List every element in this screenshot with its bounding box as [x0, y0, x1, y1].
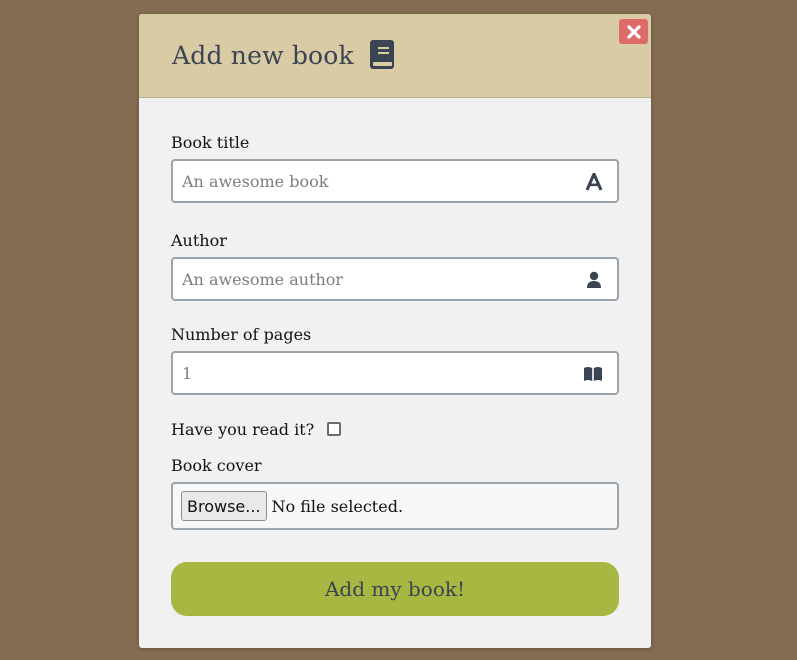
author-label: Author — [171, 231, 227, 250]
read-checkbox[interactable] — [327, 422, 342, 436]
read-label: Have you read it? — [171, 419, 315, 439]
open-book-icon — [583, 365, 603, 383]
pages-field — [171, 351, 619, 395]
close-button[interactable] — [619, 19, 648, 44]
file-status: No file selected. — [271, 496, 404, 516]
modal-title-text: Add new book — [172, 40, 354, 70]
cover-file-field: Browse... No file selected. — [171, 482, 619, 530]
close-icon — [626, 24, 641, 39]
book-icon — [369, 40, 396, 70]
book-title-input[interactable] — [173, 161, 572, 201]
read-row: Have you read it? — [171, 418, 619, 440]
author-input[interactable] — [173, 259, 572, 299]
add-book-modal: Add new book Book title An awesome book … — [139, 14, 651, 648]
modal-title: Add new book — [172, 40, 396, 70]
add-book-button[interactable]: Add my book! — [171, 562, 619, 616]
browse-button[interactable]: Browse... — [181, 491, 267, 521]
modal-header: Add new book — [139, 14, 651, 98]
book-form: Book title Author Number of pages — [171, 132, 619, 530]
font-icon — [585, 172, 603, 191]
author-field — [171, 257, 619, 301]
pages-input[interactable] — [173, 353, 572, 393]
book-title-field — [171, 159, 619, 203]
user-icon — [585, 271, 603, 289]
pages-label: Number of pages — [171, 325, 312, 344]
book-title-label: Book title — [171, 133, 250, 152]
cover-label: Book cover — [171, 456, 262, 475]
